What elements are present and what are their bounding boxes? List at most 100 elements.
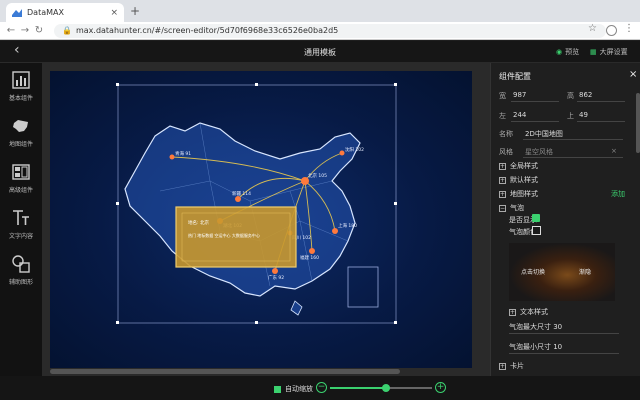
bubble-min-size[interactable]: 气泡最小尺寸 10 (509, 342, 562, 352)
section-label: 文本样式 (520, 308, 548, 316)
component-sidebar: 基本组件 地图组件 高级组件 文字内容 辅助图形 (0, 63, 42, 400)
city-label: 上海 180 (338, 222, 357, 229)
sidebar-item-label: 高级组件 (8, 187, 33, 194)
expand-plus-icon: + (499, 190, 506, 198)
china-map-svg[interactable]: 北京 105 沈阳 102 青海 91 新疆 114 广东 92 四川 102 … (50, 71, 472, 373)
bubble-style-preview[interactable]: 点击切换 渐隐 (509, 243, 615, 301)
reload-icon[interactable]: ↻ (32, 25, 46, 36)
sidebar-item-text[interactable]: 文字内容 (0, 201, 42, 247)
section-default-style[interactable]: + 默认样式 (499, 175, 538, 185)
height-underline (577, 101, 625, 102)
city-label: 福建 160 (300, 254, 319, 261)
advanced-chart-icon (12, 164, 30, 180)
height-field[interactable]: 862 (579, 91, 592, 99)
back-arrow-icon[interactable]: ← (4, 25, 18, 36)
zoom-in-button[interactable]: + (435, 382, 446, 393)
bar-chart-icon (12, 71, 30, 89)
preview-button[interactable]: ◉ 预览 (556, 47, 579, 57)
city-label: 新疆 114 (232, 190, 251, 197)
collapse-minus-icon: − (499, 204, 506, 212)
section-label: 气泡 (510, 204, 524, 212)
bubble-option-fade[interactable]: 渐隐 (579, 267, 591, 276)
url-bar[interactable]: 🔒 max.datahunter.cn/#/screen-editor/5d70f… (54, 24, 606, 38)
browser-tabbar: DataMAX × + (0, 0, 640, 22)
left-label: 左 (499, 112, 506, 120)
panel-close-icon[interactable]: × (629, 69, 637, 80)
page-title: 通用模板 (304, 48, 336, 57)
expand-plus-icon: + (499, 162, 506, 170)
panel-scrollbar[interactable] (636, 93, 640, 153)
name-underline (523, 139, 623, 140)
tooltip-title: 地名: 北京 (188, 219, 209, 226)
address-bar-row: ← → ↻ 🔒 max.datahunter.cn/#/screen-editor… (0, 22, 640, 40)
zoom-out-button[interactable]: − (316, 382, 327, 393)
new-tab-button[interactable]: + (130, 4, 140, 18)
top-field[interactable]: 49 (579, 111, 588, 119)
bookmark-star-icon[interactable]: ☆ (588, 23, 597, 34)
editor-canvas[interactable]: 北京 105 沈阳 102 青海 91 新疆 114 广东 92 四川 102 … (42, 63, 490, 376)
china-map-component[interactable]: 北京 105 沈阳 102 青海 91 新疆 114 广东 92 四川 102 … (50, 71, 472, 373)
auto-zoom-toggle[interactable]: 自动缩放 (274, 384, 313, 394)
section-label: 全局样式 (510, 162, 538, 170)
style-label: 风格 (499, 148, 513, 156)
screen-settings-button[interactable]: ▦ 大屏设置 (590, 47, 628, 57)
expand-plus-icon: + (499, 362, 506, 370)
lock-icon: 🔒 (62, 26, 72, 35)
eye-icon: ◉ (556, 48, 563, 56)
sidebar-item-map[interactable]: 地图组件 (0, 109, 42, 155)
map-tooltip-card: 地名: 北京 热门 地标数据 空运中心 大数据服务中心 (175, 206, 297, 268)
max-size-underline (509, 333, 619, 334)
zoom-slider-thumb[interactable] (382, 384, 391, 392)
tab-title: DataMAX (27, 8, 64, 17)
browser-tab[interactable]: DataMAX × (6, 3, 124, 22)
left-field[interactable]: 244 (513, 111, 526, 119)
top-label: 上 (567, 112, 574, 120)
width-field[interactable]: 987 (513, 91, 526, 99)
section-label: 地图样式 (510, 190, 538, 198)
expand-plus-icon: + (509, 308, 516, 316)
bubble-max-size[interactable]: 气泡最大尺寸 30 (509, 322, 562, 332)
min-size-underline (509, 353, 619, 354)
south-china-sea-inset (347, 266, 379, 308)
preview-label: 预览 (565, 48, 580, 56)
section-map-style[interactable]: + 地图样式 (499, 189, 538, 199)
scrollbar-thumb[interactable] (50, 369, 400, 374)
component-config-panel: 组件配置 × 宽 987 高 862 左 244 上 49 名称 2D中国地图 … (490, 63, 640, 376)
style-clear-icon[interactable]: × (611, 147, 617, 155)
bubble-color-picker[interactable] (532, 226, 541, 235)
section-global-style[interactable]: + 全局样式 (499, 161, 538, 171)
city-label: 北京 105 (308, 172, 327, 179)
zoom-toolbar: 自动缩放 − + (0, 376, 640, 400)
left-underline (511, 121, 559, 122)
section-bubble[interactable]: − 气泡 (499, 203, 524, 213)
zoom-slider[interactable] (330, 384, 432, 392)
height-label: 高 (567, 92, 574, 100)
section-label: 卡片 (510, 362, 524, 370)
browser-menu-icon[interactable]: ⋮ (624, 23, 634, 34)
section-text-style[interactable]: + 文本样式 (509, 307, 548, 317)
add-map-style-button[interactable]: 添加 (611, 189, 625, 199)
show-checkbox[interactable] (532, 214, 540, 222)
sidebar-item-shapes[interactable]: 辅助图形 (0, 247, 42, 293)
zoom-slider-fill (330, 387, 387, 389)
tab-close-icon[interactable]: × (110, 8, 118, 18)
style-select[interactable]: 星空风格 (525, 147, 553, 157)
width-label: 宽 (499, 92, 506, 100)
screen-settings-label: 大屏设置 (599, 48, 628, 56)
sidebar-item-label: 地图组件 (8, 141, 33, 148)
auto-zoom-checkbox[interactable] (274, 385, 281, 393)
account-icon[interactable] (606, 25, 617, 36)
sidebar-item-advanced[interactable]: 高级组件 (0, 155, 42, 201)
canvas-horizontal-scrollbar[interactable] (42, 368, 490, 376)
bubble-option-click[interactable]: 点击切换 (521, 267, 545, 276)
text-icon (13, 210, 29, 225)
app-header: ‹ 通用模板 ◉ 预览 ▦ 大屏设置 (0, 41, 640, 63)
name-field[interactable]: 2D中国地图 (525, 129, 563, 139)
section-card[interactable]: + 卡片 (499, 361, 524, 371)
name-label: 名称 (499, 130, 513, 138)
url-text: max.datahunter.cn/#/screen-editor/5d70f6… (75, 26, 339, 35)
shapes-icon (12, 255, 30, 273)
sidebar-item-basic[interactable]: 基本组件 (0, 63, 42, 109)
forward-arrow-icon[interactable]: → (18, 25, 32, 36)
expand-plus-icon: + (499, 176, 506, 184)
